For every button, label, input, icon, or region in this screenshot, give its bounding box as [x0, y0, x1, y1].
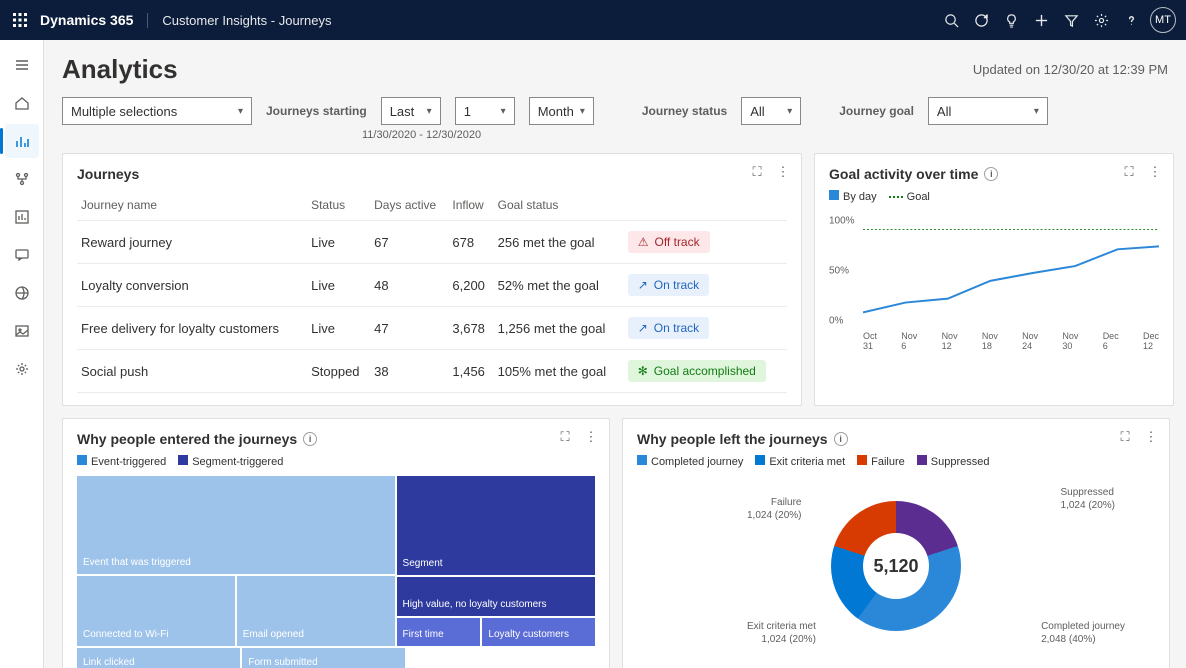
- chevron-down-icon: ▾: [501, 106, 506, 117]
- more-icon[interactable]: ⋮: [583, 429, 599, 445]
- tm-form: Form submitted: [242, 648, 405, 668]
- menu-icon[interactable]: [5, 48, 39, 82]
- info-icon[interactable]: i: [834, 432, 848, 446]
- entered-card: ⛶ ⋮ Why people entered the journeys i Eve…: [62, 418, 610, 668]
- left-nav: [0, 40, 44, 668]
- col-header: Inflow: [448, 190, 493, 221]
- last-dropdown[interactable]: Last▾: [381, 97, 441, 125]
- message-icon[interactable]: [5, 238, 39, 272]
- info-icon[interactable]: i: [303, 432, 317, 446]
- num-dropdown[interactable]: 1▾: [455, 97, 515, 125]
- table-row[interactable]: Free delivery for loyalty customersLive4…: [77, 307, 787, 350]
- lightbulb-icon[interactable]: [996, 5, 1026, 35]
- search-icon[interactable]: [936, 5, 966, 35]
- label-exit: Exit criteria met 1,024 (20%): [747, 620, 816, 646]
- journey-selector-value: Multiple selections: [71, 104, 177, 119]
- gear-icon[interactable]: [1086, 5, 1116, 35]
- expand-icon[interactable]: ⛶: [1121, 164, 1137, 180]
- goal-card-title: Goal activity over time: [829, 166, 978, 182]
- treemap-chart: Event that was triggered Connected to Wi…: [77, 476, 595, 646]
- table-row[interactable]: Loyalty conversionLive486,20052% met the…: [77, 264, 787, 307]
- table-row[interactable]: Reward journeyLive67678256 met the goal⚠…: [77, 221, 787, 264]
- status-dropdown[interactable]: All▾: [741, 97, 801, 125]
- tm-link: Link clicked: [77, 648, 240, 668]
- help-icon[interactable]: [1116, 5, 1146, 35]
- label-completed: Completed journey 2,048 (40%): [1041, 620, 1125, 646]
- table-row[interactable]: Social pushStopped381,456105% met the go…: [77, 350, 787, 393]
- donut-total: 5,120: [873, 556, 918, 577]
- starting-label: Journeys starting: [266, 104, 367, 118]
- more-icon[interactable]: ⋮: [1147, 164, 1163, 180]
- left-card: ⛶ ⋮ Why people left the journeys i Comple…: [622, 418, 1170, 668]
- date-range-label: 11/30/2020 - 12/30/2020: [362, 129, 1168, 141]
- goal-label: Journey goal: [839, 104, 914, 118]
- label-failure: Failure 1,024 (20%): [747, 496, 801, 522]
- goal-activity-card: ⛶ ⋮ Goal activity over time i By day Goal…: [814, 153, 1174, 406]
- tm-firsttime: First time: [397, 618, 481, 646]
- status-pill: ↗ On track: [628, 274, 709, 296]
- target-icon[interactable]: [966, 5, 996, 35]
- label-suppressed: Suppressed 1,024 (20%): [1061, 486, 1115, 512]
- status-pill: ✻ Goal accomplished: [628, 360, 766, 382]
- legend-segment: Segment-triggered: [192, 456, 283, 468]
- expand-icon[interactable]: ⛶: [557, 429, 573, 445]
- page-title: Analytics: [62, 54, 178, 85]
- chevron-down-icon: ▾: [580, 106, 585, 117]
- col-header: Goal status: [494, 190, 624, 221]
- chevron-down-icon: ▾: [787, 106, 792, 117]
- image-icon[interactable]: [5, 314, 39, 348]
- main-content: Analytics Updated on 12/30/20 at 12:39 P…: [44, 40, 1186, 668]
- journeys-icon[interactable]: [5, 162, 39, 196]
- tm-highvalue: High value, no loyalty customers: [397, 577, 595, 617]
- top-bar: Dynamics 365 Customer Insights - Journey…: [0, 0, 1186, 40]
- journeys-card: ⛶ ⋮ Journeys Journey nameStatusDays activ…: [62, 153, 802, 406]
- journeys-card-title: Journeys: [77, 166, 787, 182]
- brand-label: Dynamics 365: [40, 12, 133, 28]
- tm-email: Email opened: [237, 576, 395, 646]
- globe-icon[interactable]: [5, 276, 39, 310]
- settings-icon[interactable]: [5, 352, 39, 386]
- chevron-down-icon: ▾: [1034, 106, 1039, 117]
- col-header: [624, 190, 787, 221]
- filter-bar: Multiple selections ▾ Journeys starting L…: [62, 97, 1168, 125]
- chevron-down-icon: ▾: [427, 106, 432, 117]
- home-icon[interactable]: [5, 86, 39, 120]
- app-launcher-icon[interactable]: [10, 10, 30, 30]
- col-header: Days active: [370, 190, 448, 221]
- journeys-table: Journey nameStatusDays activeInflowGoal …: [77, 190, 787, 393]
- legend-goal: Goal: [907, 191, 930, 203]
- app-name-label: Customer Insights - Journeys: [147, 13, 331, 28]
- col-header: Status: [307, 190, 370, 221]
- unit-dropdown[interactable]: Month▾: [529, 97, 594, 125]
- goal-line-chart: 100% 50% 0%: [829, 211, 1159, 331]
- analytics-icon[interactable]: [5, 124, 39, 158]
- expand-icon[interactable]: ⛶: [749, 164, 765, 180]
- more-icon[interactable]: ⋮: [1143, 429, 1159, 445]
- legend-event: Event-triggered: [91, 456, 166, 468]
- tm-segment: Segment: [397, 476, 595, 575]
- tm-wifi: Connected to Wi-Fi: [77, 576, 235, 646]
- info-icon[interactable]: i: [984, 167, 998, 181]
- donut-chart: Failure 1,024 (20%) Suppressed 1,024 (20…: [637, 476, 1155, 656]
- expand-icon[interactable]: ⛶: [1117, 429, 1133, 445]
- status-pill: ↗ On track: [628, 317, 709, 339]
- tm-event-triggered: Event that was triggered: [77, 476, 395, 574]
- tm-loyalty: Loyalty customers: [482, 618, 595, 646]
- legend-byday: By day: [843, 191, 877, 203]
- more-icon[interactable]: ⋮: [775, 164, 791, 180]
- avatar[interactable]: MT: [1150, 7, 1176, 33]
- goal-dropdown[interactable]: All▾: [928, 97, 1048, 125]
- status-label: Journey status: [642, 104, 727, 118]
- chevron-down-icon: ▾: [238, 106, 243, 117]
- left-title: Why people left the journeys: [637, 431, 828, 447]
- col-header: Journey name: [77, 190, 307, 221]
- plus-icon[interactable]: [1026, 5, 1056, 35]
- entered-title: Why people entered the journeys: [77, 431, 297, 447]
- report-icon[interactable]: [5, 200, 39, 234]
- journey-selector-dropdown[interactable]: Multiple selections ▾: [62, 97, 252, 125]
- updated-label: Updated on 12/30/20 at 12:39 PM: [973, 62, 1168, 77]
- status-pill: ⚠ Off track: [628, 231, 710, 253]
- filter-icon[interactable]: [1056, 5, 1086, 35]
